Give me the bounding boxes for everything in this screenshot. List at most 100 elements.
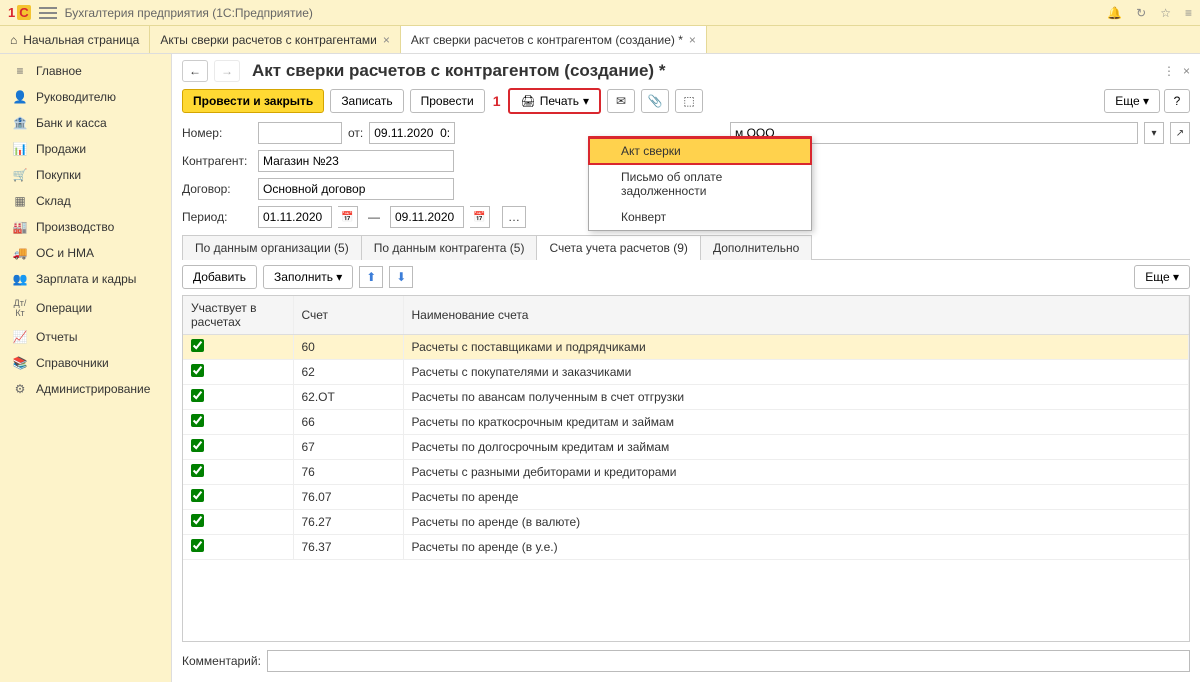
contract-input[interactable] <box>258 178 454 200</box>
grid-icon: ▦ <box>12 194 28 208</box>
add-row-button[interactable]: Добавить <box>182 265 257 289</box>
col-name[interactable]: Наименование счета <box>403 296 1189 335</box>
from-date-input[interactable] <box>369 122 455 144</box>
move-down-button[interactable]: ⬇ <box>389 266 413 288</box>
sidebar-item-manager[interactable]: 👤Руководителю <box>0 84 171 110</box>
print-envelope[interactable]: Конверт <box>589 204 811 230</box>
home-button[interactable]: ⌂ Начальная страница <box>0 26 150 53</box>
forward-button[interactable]: → <box>214 60 240 82</box>
post-button[interactable]: Провести <box>410 89 485 113</box>
row-name: Расчеты с поставщиками и подрядчиками <box>403 335 1189 360</box>
table-toolbar: Добавить Заполнить ▾ ⬆ ⬇ Еще ▾ <box>182 265 1190 289</box>
close-page-icon[interactable]: × <box>1183 64 1190 78</box>
row-name: Расчеты по авансам полученным в счет отг… <box>403 385 1189 410</box>
sidebar-item-warehouse[interactable]: ▦Склад <box>0 188 171 214</box>
row-checkbox[interactable] <box>191 414 204 427</box>
tab-accounts[interactable]: Счета учета расчетов (9) <box>536 235 700 260</box>
table-more-button[interactable]: Еще ▾ <box>1134 265 1190 289</box>
star-icon[interactable]: ☆ <box>1160 6 1171 20</box>
attach-button[interactable]: 📎 <box>641 89 669 113</box>
row-checkbox[interactable] <box>191 439 204 452</box>
move-up-button[interactable]: ⬆ <box>359 266 383 288</box>
row-checkbox[interactable] <box>191 539 204 552</box>
structure-button[interactable]: ⬚ <box>675 89 703 113</box>
back-button[interactable]: ← <box>182 60 208 82</box>
print-debt-letter[interactable]: Письмо об оплате задолженности <box>589 164 811 204</box>
sidebar-item-payroll[interactable]: 👥Зарплата и кадры <box>0 266 171 292</box>
email-button[interactable]: ✉ <box>607 89 635 113</box>
sidebar-item-operations[interactable]: Дт/КтОперации <box>0 292 171 324</box>
tab-counterparty-data[interactable]: По данным контрагента (5) <box>361 235 538 260</box>
row-checkbox[interactable] <box>191 489 204 502</box>
period-to-input[interactable] <box>390 206 464 228</box>
row-account: 76 <box>293 460 403 485</box>
app-title: Бухгалтерия предприятия (1С:Предприятие) <box>65 6 1108 20</box>
sidebar-item-dictionaries[interactable]: 📚Справочники <box>0 350 171 376</box>
history-icon[interactable]: ↻ <box>1136 6 1146 20</box>
tab-org-data[interactable]: По данным организации (5) <box>182 235 362 260</box>
print-act-sverki[interactable]: Акт сверки <box>589 138 811 164</box>
books-icon: 📚 <box>12 356 28 370</box>
row-account: 76.37 <box>293 535 403 560</box>
table-row[interactable]: 76.27Расчеты по аренде (в валюте) <box>183 510 1189 535</box>
period-from-input[interactable] <box>258 206 332 228</box>
menu-dots-icon[interactable]: ⋮ <box>1163 64 1175 78</box>
table-row[interactable]: 60Расчеты с поставщиками и подрядчиками <box>183 335 1189 360</box>
people-icon: 👥 <box>12 272 28 286</box>
row-checkbox[interactable] <box>191 464 204 477</box>
panel-icon[interactable]: ≡ <box>1185 6 1192 20</box>
sidebar-item-assets[interactable]: 🚚ОС и НМА <box>0 240 171 266</box>
table-row[interactable]: 62Расчеты с покупателями и заказчиками <box>183 360 1189 385</box>
save-button[interactable]: Записать <box>330 89 403 113</box>
bell-icon[interactable]: 🔔 <box>1107 6 1122 20</box>
row-checkbox[interactable] <box>191 364 204 377</box>
sidebar-item-production[interactable]: 🏭Производство <box>0 214 171 240</box>
gear-icon: ⚙ <box>12 382 28 396</box>
table-row[interactable]: 67Расчеты по долгосрочным кредитам и зай… <box>183 435 1189 460</box>
dtkt-icon: Дт/Кт <box>12 298 28 318</box>
print-button[interactable]: 🖨 Печать ▾ <box>508 88 601 114</box>
help-button[interactable]: ? <box>1164 89 1190 113</box>
sidebar-item-admin[interactable]: ⚙Администрирование <box>0 376 171 402</box>
sidebar-item-sales[interactable]: 📊Продажи <box>0 136 171 162</box>
row-checkbox[interactable] <box>191 339 204 352</box>
fill-button[interactable]: Заполнить ▾ <box>263 265 353 289</box>
comment-input[interactable] <box>267 650 1190 672</box>
row-account: 62 <box>293 360 403 385</box>
col-participates[interactable]: Участвует в расчетах <box>183 296 293 335</box>
table-row[interactable]: 62.ОТРасчеты по авансам полученным в сче… <box>183 385 1189 410</box>
more-button[interactable]: Еще ▾ <box>1104 89 1160 113</box>
open-ref-icon[interactable]: ↗ <box>1170 122 1190 144</box>
calendar-icon[interactable]: 📅 <box>470 206 490 228</box>
period-picker-button[interactable]: … <box>502 206 526 228</box>
sidebar-item-main[interactable]: ≡Главное <box>0 58 171 84</box>
row-checkbox[interactable] <box>191 389 204 402</box>
tab-additional[interactable]: Дополнительно <box>700 235 812 260</box>
top-tab-1[interactable]: Акт сверки расчетов с контрагентом (созд… <box>401 26 707 53</box>
close-icon[interactable]: × <box>689 33 696 47</box>
calendar-icon[interactable]: 📅 <box>338 206 358 228</box>
dropdown-icon[interactable]: ▾ <box>1144 122 1164 144</box>
row-account: 67 <box>293 435 403 460</box>
sidebar-item-purchases[interactable]: 🛒Покупки <box>0 162 171 188</box>
sidebar-item-reports[interactable]: 📈Отчеты <box>0 324 171 350</box>
table-row[interactable]: 66Расчеты по краткосрочным кредитам и за… <box>183 410 1189 435</box>
table-row[interactable]: 76.37Расчеты по аренде (в у.е.) <box>183 535 1189 560</box>
number-input[interactable] <box>258 122 342 144</box>
chart-icon: 📊 <box>12 142 28 156</box>
sidebar-item-bank[interactable]: 🏦Банк и касса <box>0 110 171 136</box>
breadcrumb-bar: ⌂ Начальная страница Акты сверки расчето… <box>0 26 1200 54</box>
top-icons: 🔔 ↻ ☆ ≡ <box>1107 6 1192 20</box>
top-tab-0[interactable]: Акты сверки расчетов с контрагентами × <box>150 26 400 53</box>
table-row[interactable]: 76Расчеты с разными дебиторами и кредито… <box>183 460 1189 485</box>
counterparty-input[interactable] <box>258 150 454 172</box>
row-checkbox[interactable] <box>191 514 204 527</box>
post-and-close-button[interactable]: Провести и закрыть <box>182 89 324 113</box>
menu-icon[interactable] <box>39 4 57 22</box>
page-title: Акт сверки расчетов с контрагентом (созд… <box>252 61 665 81</box>
table-row[interactable]: 76.07Расчеты по аренде <box>183 485 1189 510</box>
close-icon[interactable]: × <box>383 33 390 47</box>
step-number-1: 1 <box>493 93 501 109</box>
col-account[interactable]: Счет <box>293 296 403 335</box>
content: ← → Акт сверки расчетов с контрагентом (… <box>172 54 1200 682</box>
